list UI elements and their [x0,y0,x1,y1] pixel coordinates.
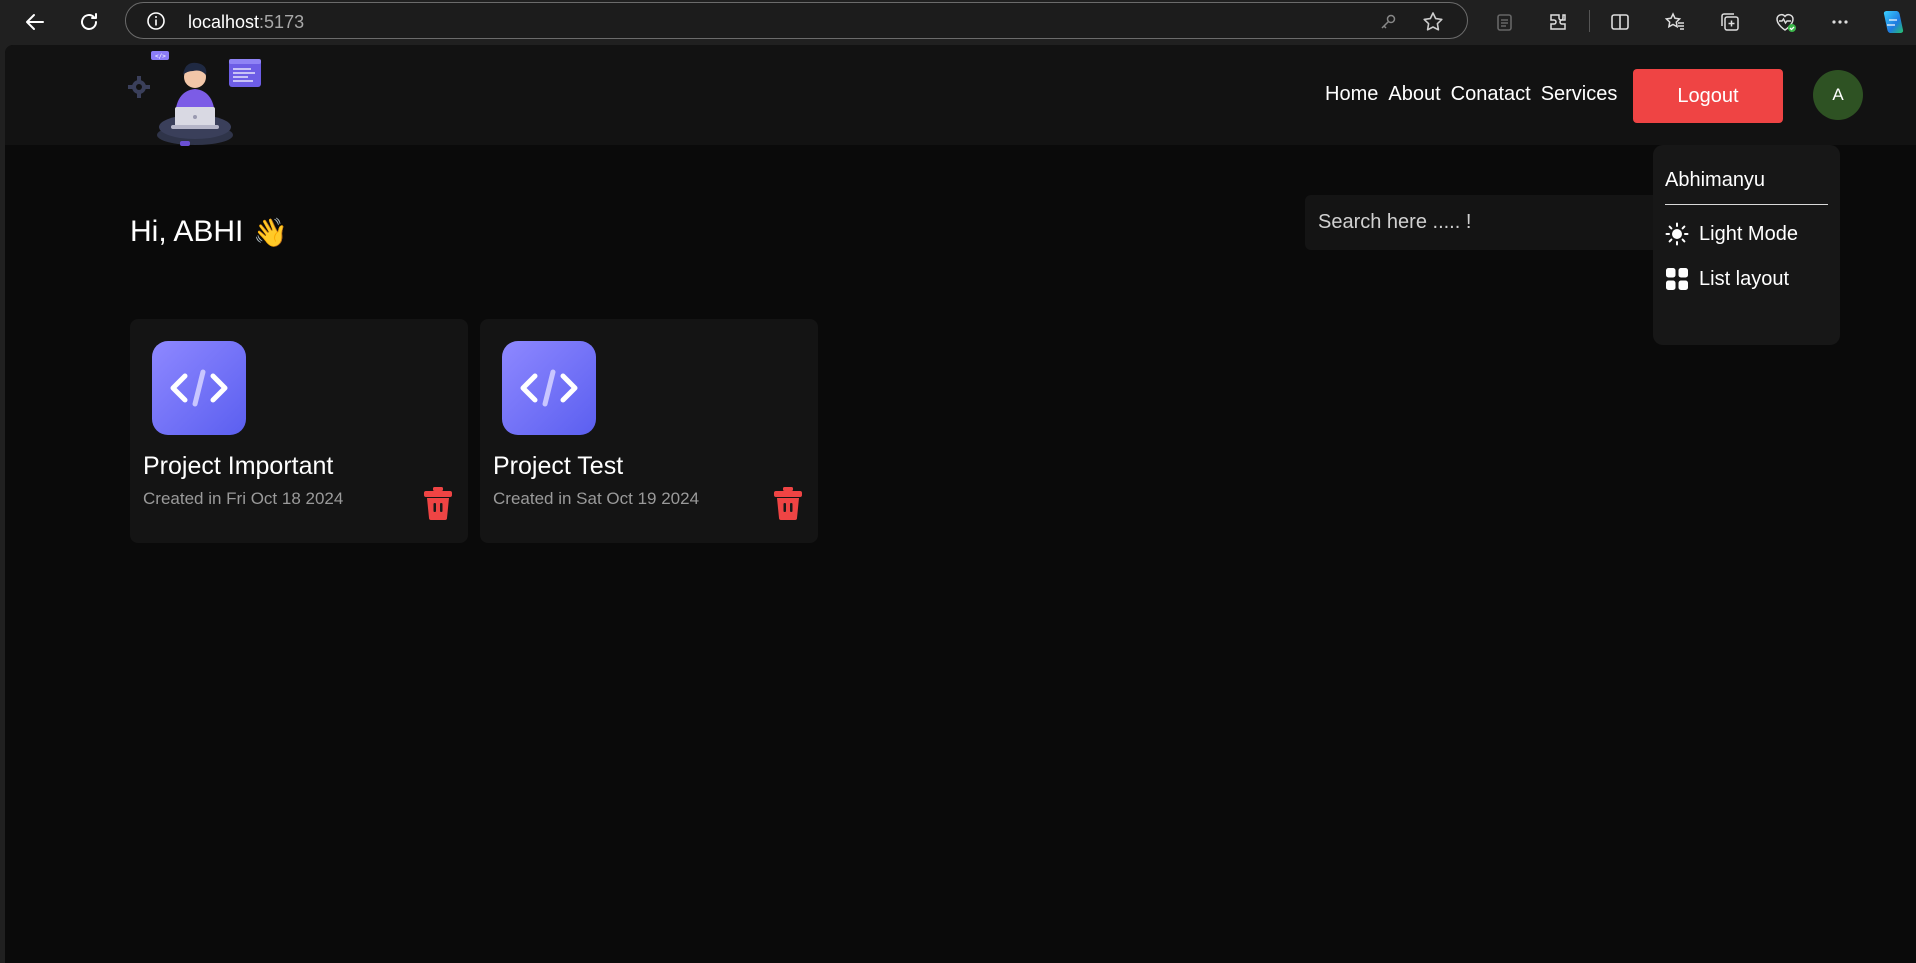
greeting-text: Hi, ABHI [130,215,244,248]
dropdown-divider [1665,204,1828,205]
list-layout-label: List layout [1699,267,1790,290]
toolbar-separator [1589,10,1590,32]
project-created-date: Created in Sat Oct 19 2024 [493,489,700,508]
user-dropdown-menu: Abhimanyu Light Mode List layout [1653,145,1840,345]
more-menu-icon[interactable] [1826,8,1854,36]
collections-icon[interactable] [1716,8,1744,36]
nav-link-services[interactable]: Services [1541,83,1618,106]
search-input[interactable] [1305,195,1665,250]
delete-project-button[interactable] [422,485,454,521]
project-created-date: Created in Fri Oct 18 2024 [143,489,344,508]
code-icon [152,341,246,435]
page-viewport: </> Home About Conatact Services Logout … [5,45,1916,963]
delete-project-button[interactable] [772,485,804,521]
project-title: Project Test [493,452,624,480]
address-bar[interactable]: localhost:5173 [125,2,1468,39]
nav-link-home[interactable]: Home [1325,83,1378,106]
list-layout-toggle[interactable]: List layout [1665,267,1789,291]
tab-actions-icon[interactable] [1491,8,1519,36]
key-icon[interactable] [1378,12,1398,37]
site-info-icon[interactable] [146,11,166,36]
trash-icon [424,487,452,520]
project-card[interactable]: Project Important Created in Fri Oct 18 … [130,319,468,543]
project-title: Project Important [143,452,334,480]
greeting: Hi, ABHI 👋 [130,215,288,249]
extensions-icon[interactable] [1544,8,1572,36]
code-icon [502,341,596,435]
grid-icon [1666,268,1688,290]
light-mode-label: Light Mode [1699,222,1798,245]
url-host: localhost [188,12,260,32]
refresh-icon [81,13,97,30]
light-mode-toggle[interactable]: Light Mode [1665,222,1798,246]
project-card[interactable]: Project Test Created in Sat Oct 19 2024 [480,319,818,543]
refresh-button[interactable] [73,6,105,38]
logout-button[interactable]: Logout [1633,69,1783,123]
waving-hand-icon: 👋 [253,216,289,248]
back-arrow-icon [26,14,44,30]
nav-link-contact[interactable]: Conatact [1451,83,1531,106]
sun-icon [1665,222,1689,246]
dropdown-username: Abhimanyu [1665,169,1766,191]
svg-text:</>: </> [155,53,166,60]
nav-link-about[interactable]: About [1388,83,1440,106]
user-avatar[interactable]: A [1813,70,1863,120]
split-screen-icon[interactable] [1606,8,1634,36]
url-port: :5173 [259,12,305,32]
copilot-icon[interactable] [1878,8,1906,36]
trash-icon [774,487,802,520]
address-url: localhost:5173 [188,12,304,33]
back-button[interactable] [19,6,51,38]
favorite-star-icon[interactable] [1421,10,1445,39]
top-navbar: </> Home About Conatact Services Logout … [5,45,1916,147]
developer-illustration-logo[interactable]: </> [125,47,265,147]
browser-toolbar: localhost:5173 [0,0,1916,44]
nav-links: Home About Conatact Services [1325,83,1617,106]
browser-essentials-icon[interactable] [1771,8,1799,36]
favorites-icon[interactable] [1661,8,1689,36]
